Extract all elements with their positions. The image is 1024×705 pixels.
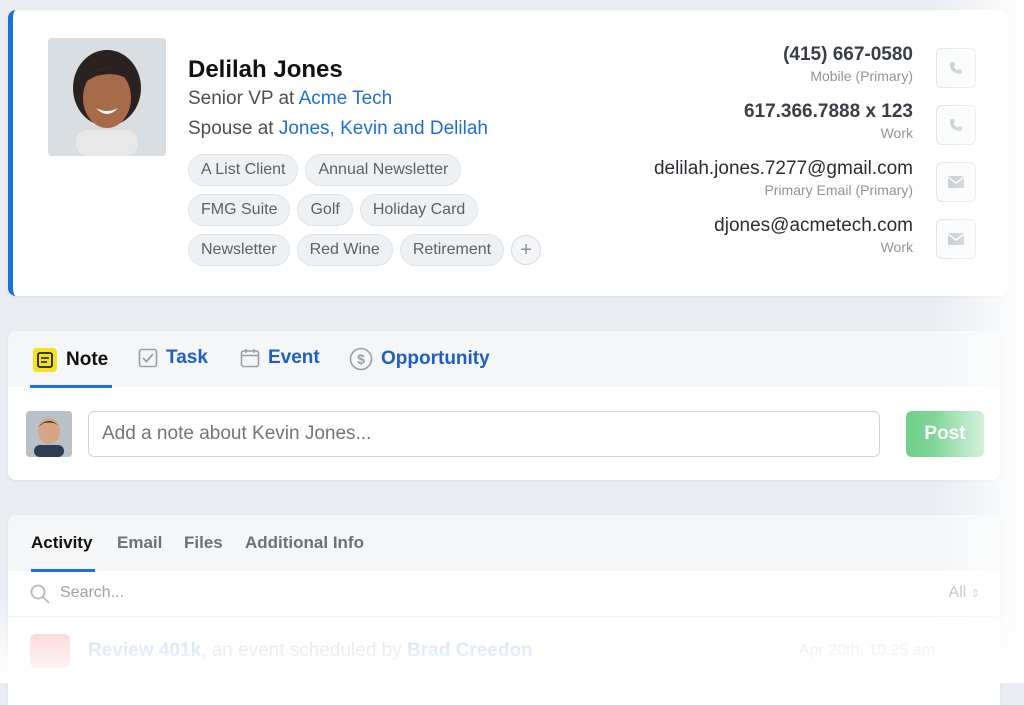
tab-task-label: Task [166,347,208,368]
post-button[interactable]: Post [906,411,984,457]
dollar-icon: $ [349,347,373,371]
activity-author-link[interactable]: Brad Creedon [407,640,533,661]
call-button[interactable] [936,48,976,88]
tab-task[interactable]: Task [138,347,208,369]
tag[interactable]: Annual Newsletter [305,154,462,186]
calendar-icon [30,634,70,668]
activity-date: Apr 20th, 10:25 am [798,642,935,659]
tab-note[interactable]: Note [32,347,108,373]
activity-item[interactable]: Review 401k, an event scheduled by Brad … [8,630,1000,670]
household-link[interactable]: Jones, Kevin and Delilah [279,118,488,139]
tag[interactable]: FMG Suite [188,194,291,226]
tag[interactable]: Retirement [399,234,505,266]
phone-icon [950,119,962,131]
add-tag-button[interactable]: + [511,235,542,265]
tag-list: A List Client Annual Newsletter FMG Suit… [188,154,588,274]
spouse-prefix: Spouse at [188,118,279,139]
contact-method-item: delilah.jones.7277@gmail.com Primary Ema… [654,158,913,215]
contact-name: Delilah Jones [188,56,343,83]
phone-icon [950,62,962,74]
tab-opportunity-label: Opportunity [381,348,490,369]
activity-panel: Activity Email Files Additional Info Sea… [8,515,1000,705]
contact-title-line: Senior VP at Acme Tech [188,88,392,110]
activity-title-link[interactable]: Review 401k [88,640,201,661]
tag[interactable]: A List Client [188,154,299,186]
activity-description: , an event scheduled by [201,640,408,661]
filter-label: All [948,584,967,601]
contact-method-value[interactable]: 617.366.7888 x 123 [654,101,913,123]
search-icon [30,584,50,604]
mail-icon [947,233,965,245]
tab-opportunity[interactable]: $ Opportunity [349,347,490,371]
note-icon [33,348,57,372]
title-prefix: Senior VP at [188,88,299,109]
tag[interactable]: Golf [297,194,353,226]
note-composer: Note Task Event $ Opportunity Post [8,331,1000,480]
tab-event[interactable]: Event [240,347,320,369]
tab-files[interactable]: Files [184,533,223,553]
contact-avatar [48,38,166,156]
company-link[interactable]: Acme Tech [299,88,393,109]
svg-text:$: $ [357,351,365,367]
contact-method-item: djones@acmetech.com Work [654,215,913,272]
note-input[interactable] [88,411,880,457]
tab-activity[interactable]: Activity [31,533,92,553]
email-button[interactable] [936,162,976,202]
contact-method-type: Work [880,239,913,255]
activity-search: Search... All ⇕ [8,572,1000,617]
user-avatar [26,411,72,457]
composer-tabs: Note Task Event $ Opportunity [8,331,1000,388]
activity-tabs: Activity Email Files Additional Info [8,515,1000,572]
contact-method-item: 617.366.7888 x 123 Work [654,101,913,158]
contact-method-value[interactable]: (415) 667-0580 [654,44,913,66]
active-tab-indicator [30,385,112,388]
contact-spouse-line: Spouse at Jones, Kevin and Delilah [188,118,488,140]
search-input[interactable]: Search... [60,584,124,602]
tab-email[interactable]: Email [117,533,162,553]
contact-method-value[interactable]: delilah.jones.7277@gmail.com [654,158,913,180]
email-button[interactable] [936,219,976,259]
contact-method-type: Primary Email (Primary) [764,182,913,198]
mail-icon [947,176,965,188]
calendar-icon [240,349,260,368]
tag[interactable]: Newsletter [188,234,290,266]
tag[interactable]: Holiday Card [359,194,479,226]
contact-method-type: Mobile (Primary) [810,68,913,84]
contact-method-type: Work [880,125,913,141]
sort-arrows-icon: ⇕ [970,588,980,600]
contact-methods: (415) 667-0580 Mobile (Primary) 617.366.… [654,44,913,272]
tab-event-label: Event [268,347,320,368]
tag[interactable]: Red Wine [296,234,393,266]
contact-method-value[interactable]: djones@acmetech.com [654,215,913,237]
filter-select[interactable]: All ⇕ [949,584,980,602]
checkbox-icon [138,348,158,368]
call-button[interactable] [936,105,976,145]
activity-text: Review 401k, an event scheduled by Brad … [88,640,533,662]
tab-note-label: Note [66,349,109,370]
contact-method-item: (415) 667-0580 Mobile (Primary) [654,44,913,101]
tab-additional-info[interactable]: Additional Info [245,533,364,553]
contact-card: Delilah Jones Senior VP at Acme Tech Spo… [8,10,1008,296]
